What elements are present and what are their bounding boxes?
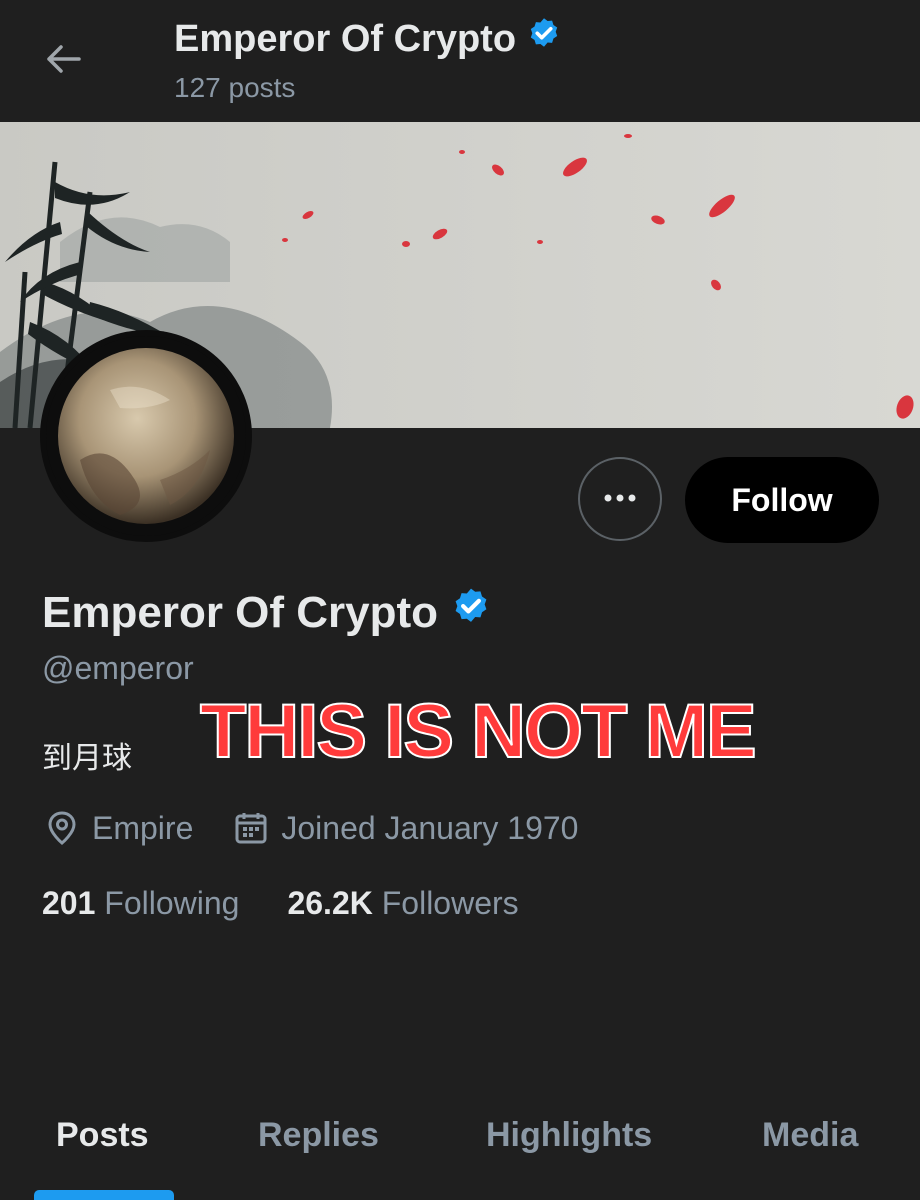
profile-meta-row: Empire Joined January 1970: [42, 808, 578, 848]
followers-link[interactable]: 26.2K Followers: [287, 885, 518, 922]
tab-media[interactable]: Media: [762, 1116, 858, 1155]
more-options-button[interactable]: [578, 457, 662, 541]
avatar[interactable]: [40, 330, 252, 542]
overlay-annotation: THIS IS NOT ME: [199, 689, 758, 774]
calendar-icon: [231, 808, 271, 848]
more-horizontal-icon: [600, 490, 640, 508]
following-link[interactable]: 201 Following: [42, 885, 239, 922]
arrow-left-icon: [43, 43, 83, 80]
display-name-row: Emperor Of Crypto: [42, 586, 492, 639]
bio: 到月球: [42, 742, 132, 775]
active-tab-indicator: [34, 1190, 174, 1200]
verified-badge-icon[interactable]: [450, 586, 492, 639]
followers-count: 26.2K: [287, 885, 373, 921]
back-button[interactable]: [40, 38, 86, 84]
tab-highlights[interactable]: Highlights: [486, 1116, 652, 1155]
handle: @emperor: [42, 650, 194, 686]
tab-posts[interactable]: Posts: [56, 1116, 149, 1155]
tab-replies[interactable]: Replies: [258, 1116, 379, 1155]
posts-count: 127 posts: [174, 72, 296, 103]
avatar-planet-image: [46, 336, 246, 536]
following-label: Following: [104, 885, 240, 921]
followers-label: Followers: [381, 885, 519, 921]
following-count: 201: [42, 885, 96, 921]
joined-date: Joined January 1970: [281, 809, 579, 846]
header-title: Emperor Of Crypto: [174, 17, 517, 60]
location-pin-icon: [42, 808, 82, 848]
display-name: Emperor Of Crypto: [42, 587, 439, 637]
location: Empire: [92, 809, 194, 846]
header-title-row: Emperor Of Crypto: [174, 16, 562, 62]
follow-stats: 201 Following 26.2K Followers: [42, 885, 519, 922]
verified-badge-icon: [526, 16, 562, 62]
follow-button[interactable]: Follow: [685, 457, 879, 543]
